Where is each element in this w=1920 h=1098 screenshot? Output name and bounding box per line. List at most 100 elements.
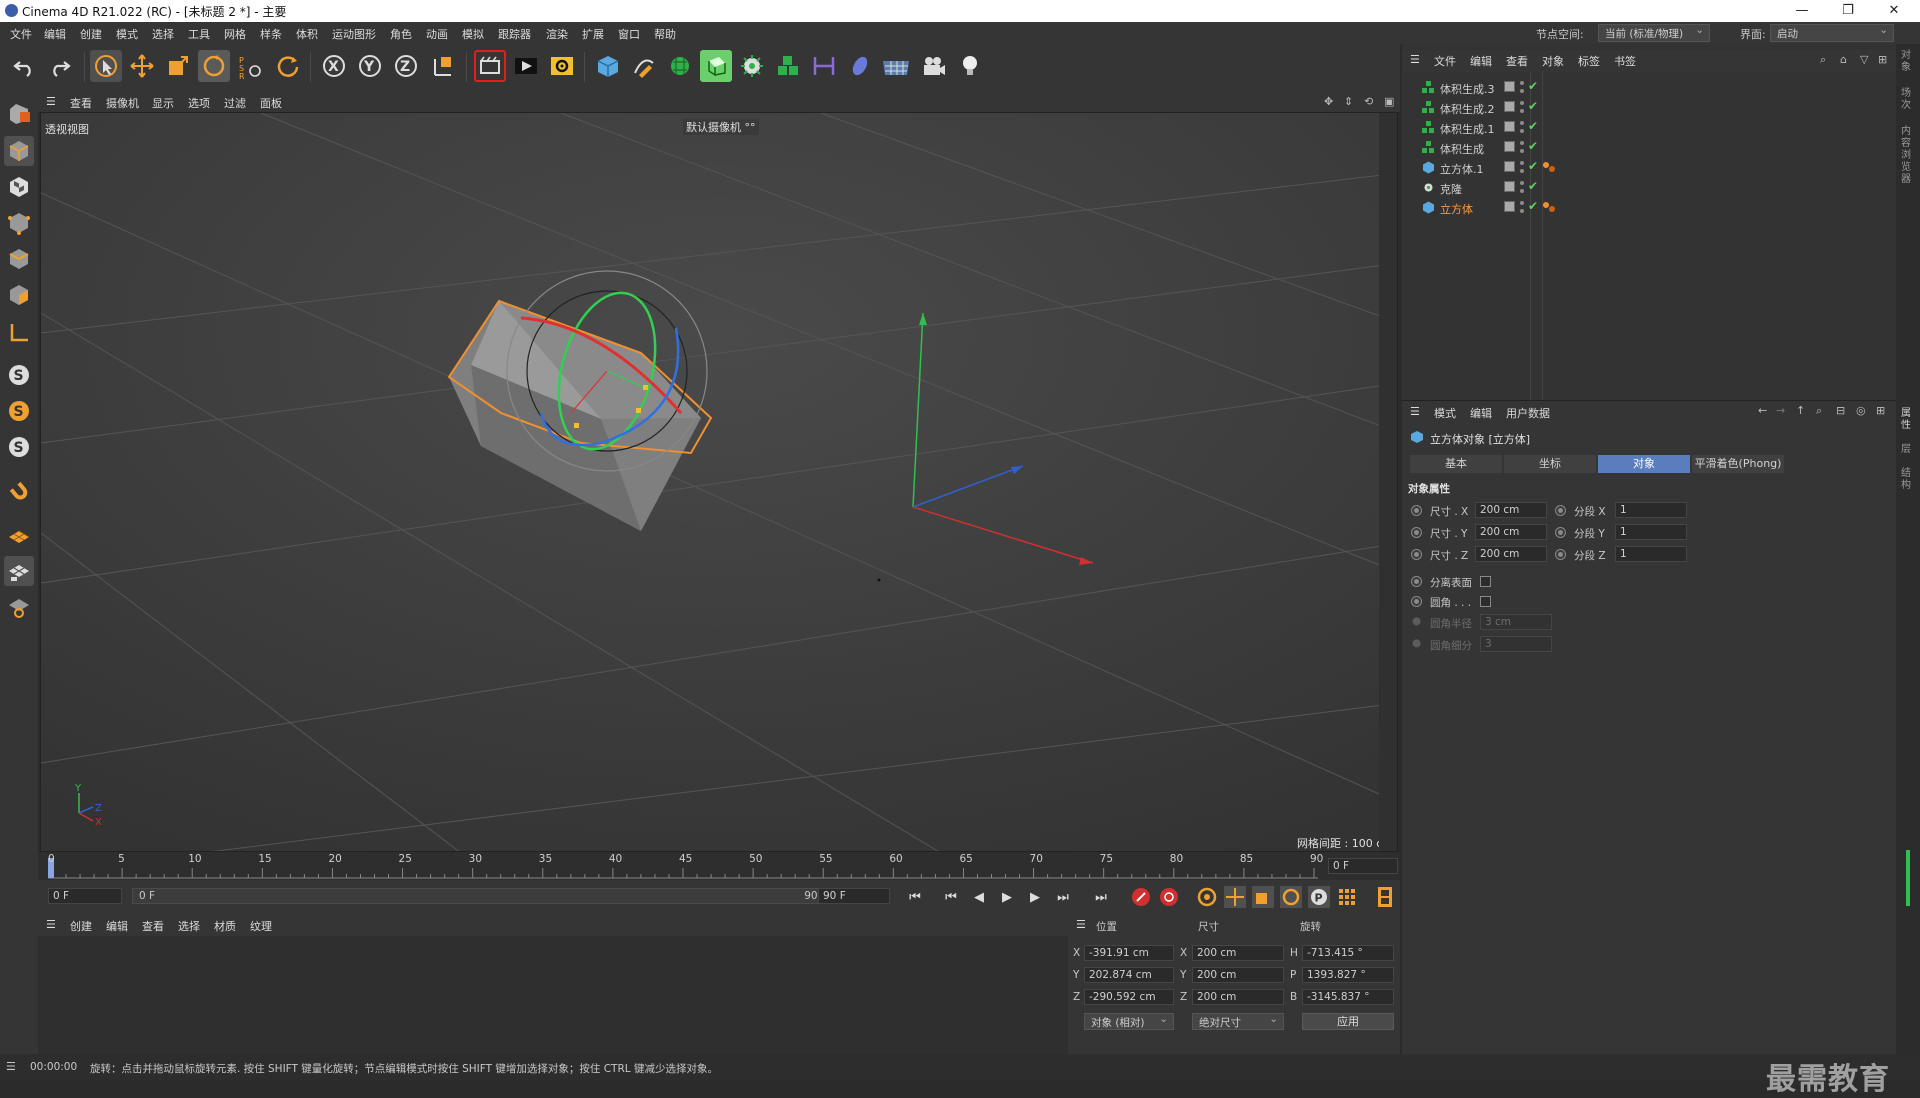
y-axis-lock-button[interactable]: Y (354, 50, 386, 82)
side-tab-content-browser[interactable]: 内容浏览器 (1901, 126, 1915, 186)
object-row[interactable]: 立方体 ✔ (1418, 198, 1888, 217)
perspective-viewport[interactable]: 透视视图 默认摄像机 °° 网格间距 : 100 cm Y Z X (40, 112, 1398, 852)
grid-floor-button[interactable] (4, 520, 34, 550)
menu-mograph[interactable]: 运动图形 (332, 26, 376, 42)
size-y-anim-dot[interactable] (1411, 527, 1422, 538)
close-button[interactable]: ✕ (1874, 1, 1914, 21)
quantize-button[interactable]: S (4, 432, 34, 462)
enabled-check-icon[interactable]: ✔ (1528, 179, 1538, 193)
viewport-scrollbar[interactable] (1379, 113, 1397, 851)
enabled-check-icon[interactable]: ✔ (1528, 139, 1538, 153)
menu-edit[interactable]: 编辑 (44, 26, 66, 42)
visibility-dots-icon[interactable] (1519, 180, 1525, 194)
position-y-field[interactable]: 202.874 cm (1084, 967, 1174, 983)
points-mode-button[interactable] (4, 208, 34, 238)
object-name[interactable]: 体积生成 (1440, 141, 1484, 157)
material-menu-texture[interactable]: 纹理 (250, 918, 272, 934)
enabled-check-icon[interactable]: ✔ (1528, 159, 1538, 173)
undo-button[interactable] (8, 50, 40, 82)
object-row[interactable]: 体积生成 ✔ (1418, 138, 1888, 157)
size-x-anim-dot[interactable] (1411, 505, 1422, 516)
position-x-field[interactable]: -391.91 cm (1084, 945, 1174, 961)
material-menu-select[interactable]: 选择 (178, 918, 200, 934)
snap-button[interactable]: S (4, 360, 34, 390)
deformer-button[interactable] (808, 50, 840, 82)
object-filter-icon[interactable]: ▽ (1860, 53, 1868, 66)
viewport-menu-filter[interactable]: 过滤 (224, 95, 246, 111)
enabled-check-icon[interactable]: ✔ (1528, 99, 1538, 113)
recent-tool-button[interactable] (272, 50, 304, 82)
menu-animate[interactable]: 动画 (426, 26, 448, 42)
editor-visibility-toggle[interactable] (1504, 121, 1515, 132)
material-menu-material[interactable]: 材质 (214, 918, 236, 934)
viewport-menu-camera[interactable]: 摄像机 (106, 95, 139, 111)
size-y-field[interactable]: 200 cm (1192, 967, 1284, 983)
attribute-back-icon[interactable]: ← (1758, 404, 1767, 417)
minimize-button[interactable]: — (1782, 1, 1822, 21)
object-home-icon[interactable]: ⌂ (1840, 53, 1847, 66)
tab-phong[interactable]: 平滑着色(Phong) (1692, 455, 1784, 473)
separate-surfaces-anim-dot[interactable] (1411, 576, 1422, 587)
attribute-panel-menu-icon[interactable]: ☰ (1410, 405, 1420, 418)
visibility-dots-icon[interactable] (1519, 140, 1525, 154)
enabled-check-icon[interactable]: ✔ (1528, 79, 1538, 93)
attribute-menu-userdata[interactable]: 用户数据 (1506, 405, 1550, 421)
current-frame-field[interactable]: 0 F (1328, 858, 1398, 874)
menu-tools[interactable]: 工具 (188, 26, 210, 42)
cube-primitive-button[interactable] (592, 50, 624, 82)
volume-builder-button[interactable] (772, 50, 804, 82)
viewport-move-icon[interactable]: ✥ (1324, 95, 1333, 108)
separate-surfaces-checkbox[interactable] (1480, 576, 1491, 587)
object-new-window-icon[interactable]: ⊞ (1878, 53, 1887, 66)
render-view-button[interactable] (474, 50, 506, 82)
make-editable-button[interactable] (4, 98, 34, 128)
status-menu-icon[interactable]: ☰ (6, 1060, 16, 1073)
enabled-check-icon[interactable]: ✔ (1528, 119, 1538, 133)
coordinate-system-button[interactable] (428, 50, 460, 82)
phong-tag-icon[interactable] (1542, 160, 1556, 174)
visibility-dots-icon[interactable] (1519, 200, 1525, 214)
spline-pen-button[interactable] (628, 50, 660, 82)
key-pla-button[interactable] (1336, 886, 1358, 908)
object-menu-tags[interactable]: 标签 (1578, 53, 1600, 69)
object-row[interactable]: 体积生成.3 ✔ (1418, 78, 1888, 97)
psr-button[interactable]: PSR (234, 50, 266, 82)
object-name[interactable]: 体积生成.2 (1440, 101, 1495, 117)
next-key-button[interactable]: ⏭ (1052, 886, 1074, 908)
x-axis-lock-button[interactable]: X (318, 50, 350, 82)
camera-label[interactable]: 默认摄像机 °° (683, 119, 759, 135)
seg-x-anim-dot[interactable] (1555, 505, 1566, 516)
menu-simulate[interactable]: 模拟 (462, 26, 484, 42)
attribute-menu-edit[interactable]: 编辑 (1470, 405, 1492, 421)
fillet-checkbox[interactable] (1480, 596, 1491, 607)
menu-extensions[interactable]: 扩展 (582, 26, 604, 42)
keyframe-selection-button[interactable] (1196, 886, 1218, 908)
object-menu-edit[interactable]: 编辑 (1470, 53, 1492, 69)
phong-tag-icon[interactable] (1542, 200, 1556, 214)
seg-y-anim-dot[interactable] (1555, 527, 1566, 538)
tab-object[interactable]: 对象 (1598, 455, 1690, 473)
timeline-ruler[interactable]: 0 5 10 15 20 25 30 35 40 45 50 55 60 65 70 75 80 85 90 0 F (38, 852, 1400, 880)
attribute-target-icon[interactable]: ◎ (1856, 404, 1866, 417)
menu-help[interactable]: 帮助 (654, 26, 676, 42)
apply-button[interactable]: 应用 (1302, 1013, 1394, 1030)
enabled-check-icon[interactable]: ✔ (1528, 199, 1538, 213)
side-tab-attributes[interactable]: 属性 (1901, 408, 1915, 432)
cube-size-y-field[interactable]: 200 cm (1475, 524, 1547, 540)
start-frame-field[interactable]: 0 F (48, 888, 122, 904)
object-row[interactable]: 体积生成.2 ✔ (1418, 98, 1888, 117)
editor-visibility-toggle[interactable] (1504, 81, 1515, 92)
object-row[interactable]: 克隆 ✔ (1418, 178, 1888, 197)
menu-select[interactable]: 选择 (152, 26, 174, 42)
object-name[interactable]: 克隆 (1440, 181, 1462, 197)
menu-window[interactable]: 窗口 (618, 26, 640, 42)
editor-visibility-toggle[interactable] (1504, 201, 1515, 212)
menu-file[interactable]: 文件 (10, 26, 32, 42)
object-menu-view[interactable]: 查看 (1506, 53, 1528, 69)
side-tab-takes[interactable]: 场次 (1901, 88, 1915, 112)
redo-button[interactable] (44, 50, 76, 82)
rotate-button[interactable] (198, 50, 230, 82)
symmetry-button[interactable] (4, 556, 34, 586)
cube-size-x-field[interactable]: 200 cm (1475, 502, 1547, 518)
move-button[interactable] (126, 50, 158, 82)
